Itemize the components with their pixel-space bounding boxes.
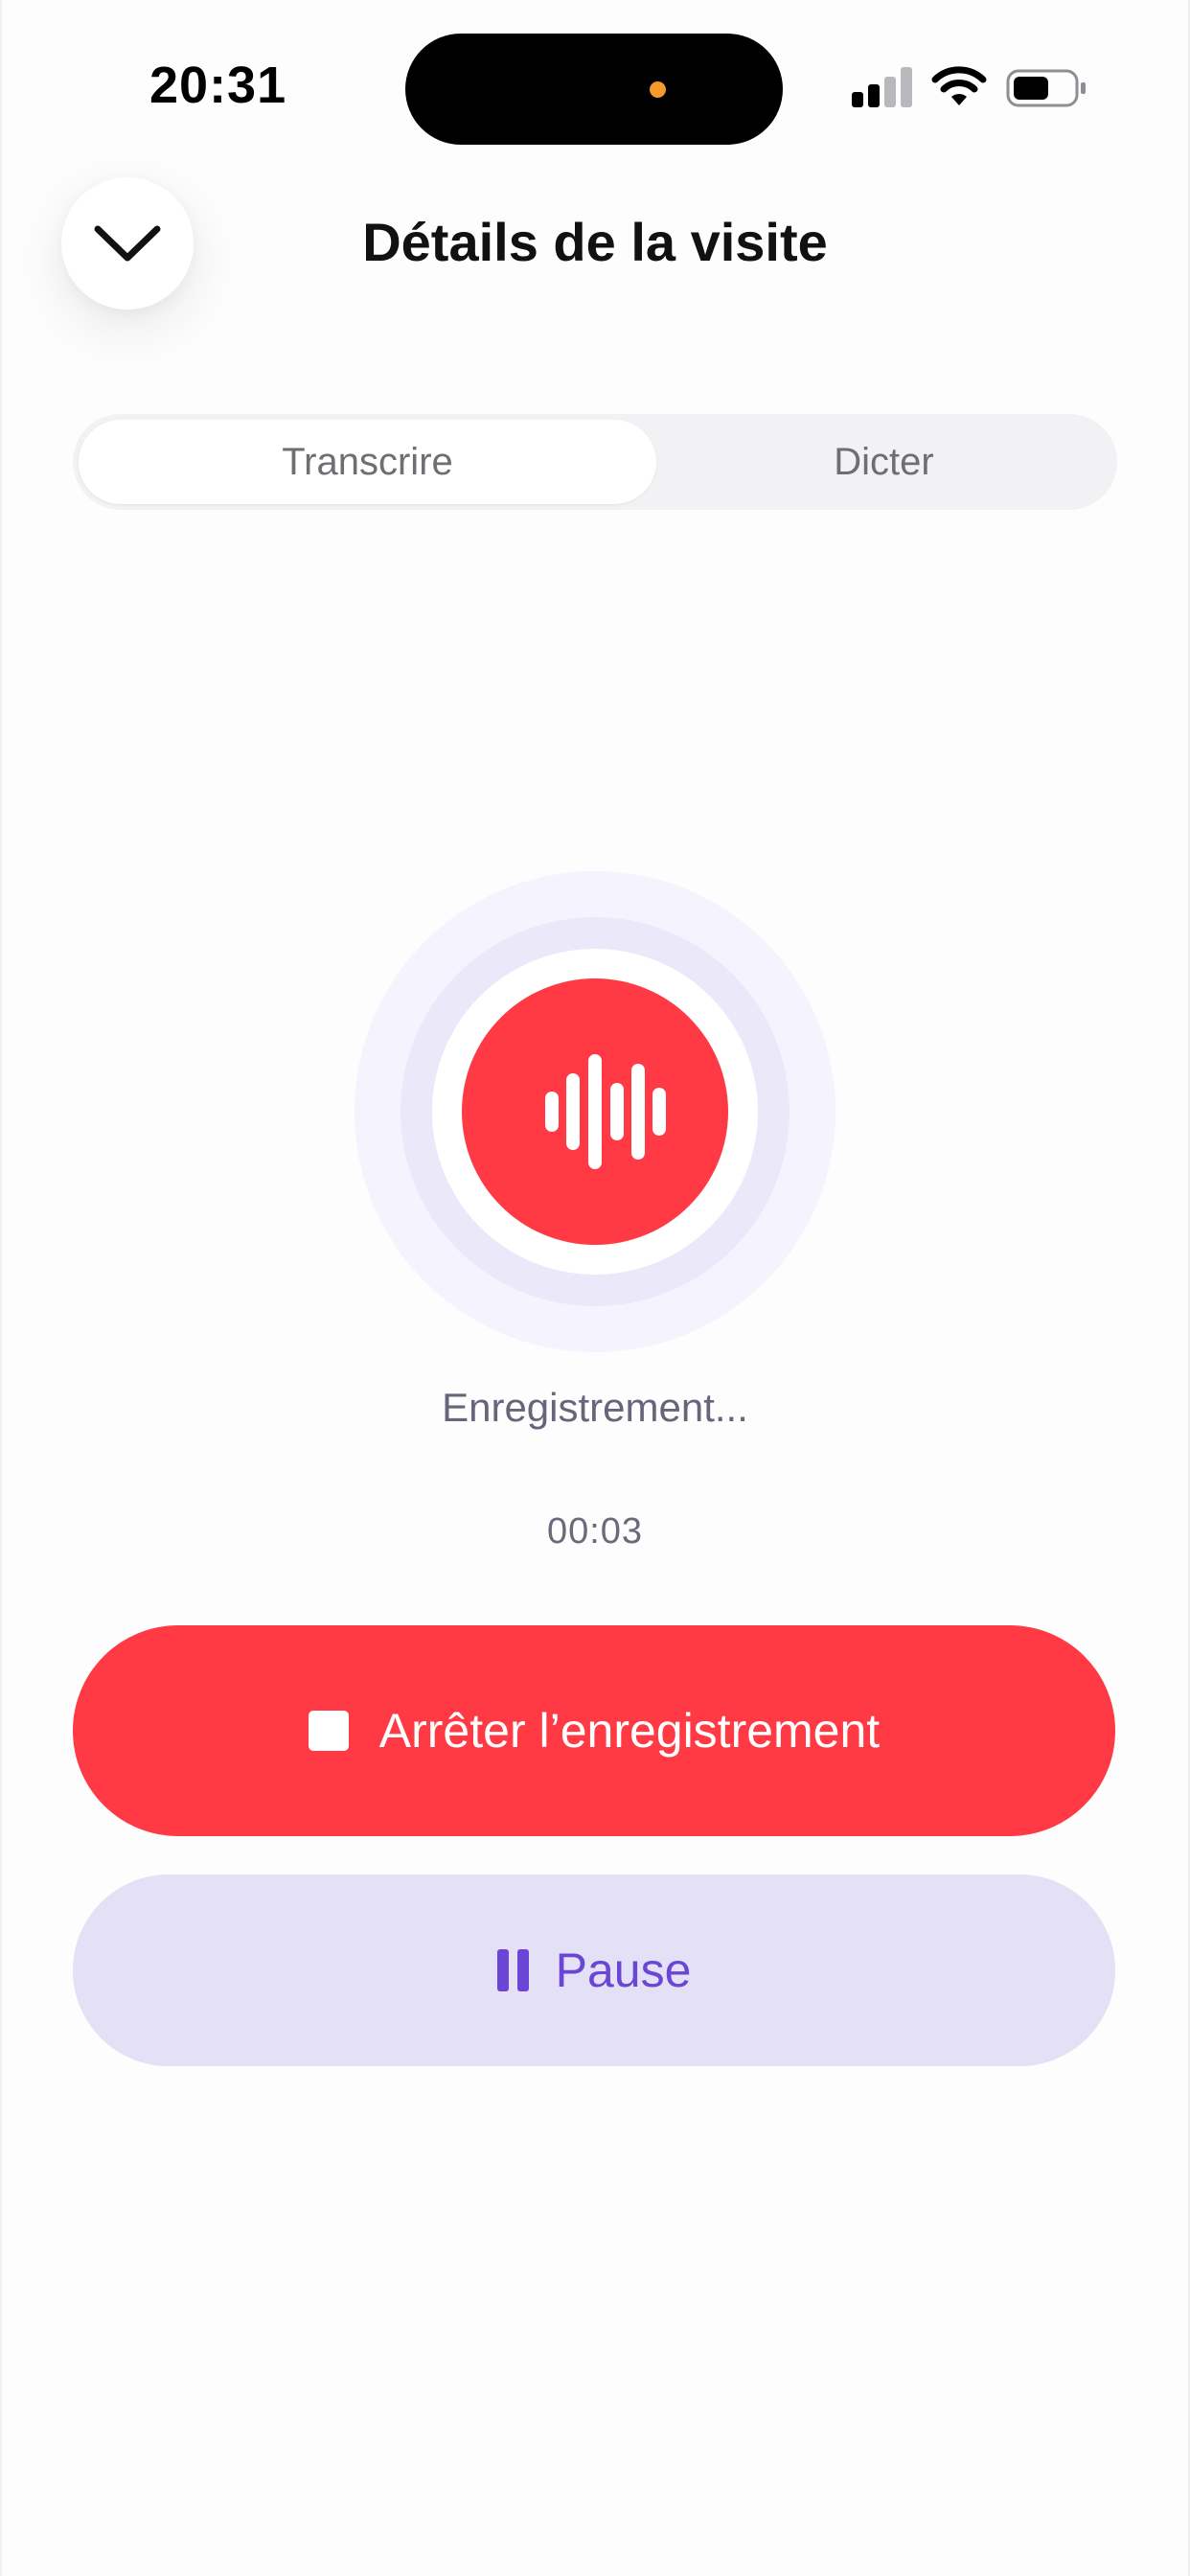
segment-transcrire[interactable]: Transcrire	[79, 420, 656, 504]
wifi-icon	[931, 66, 987, 105]
battery-icon	[1006, 69, 1086, 107]
page-title: Détails de la visite	[362, 212, 828, 272]
waveform-icon	[545, 1054, 666, 1169]
dynamic-island	[405, 34, 783, 145]
recording-timer: 00:03	[546, 1511, 644, 1552]
recording-indicator	[462, 978, 728, 1245]
status-time: 20:31	[149, 57, 287, 114]
segment-dicter[interactable]: Dicter	[656, 420, 1111, 504]
stop-recording-button[interactable]: Arrêter l’enregistrement	[73, 1625, 1115, 1836]
mode-segmented-control: Transcrire Dicter	[73, 414, 1117, 510]
pause-label: Pause	[555, 1944, 692, 1997]
frame-edge-left	[0, 0, 2, 2576]
stop-recording-label: Arrêter l’enregistrement	[378, 1704, 881, 1758]
pause-button[interactable]: Pause	[73, 1874, 1115, 2066]
recording-status: Enregistrement...	[442, 1385, 748, 1430]
stop-icon	[308, 1711, 349, 1751]
pause-icon	[496, 1949, 529, 1991]
privacy-indicator-dot	[650, 81, 666, 98]
cellular-signal-icon	[852, 67, 913, 107]
